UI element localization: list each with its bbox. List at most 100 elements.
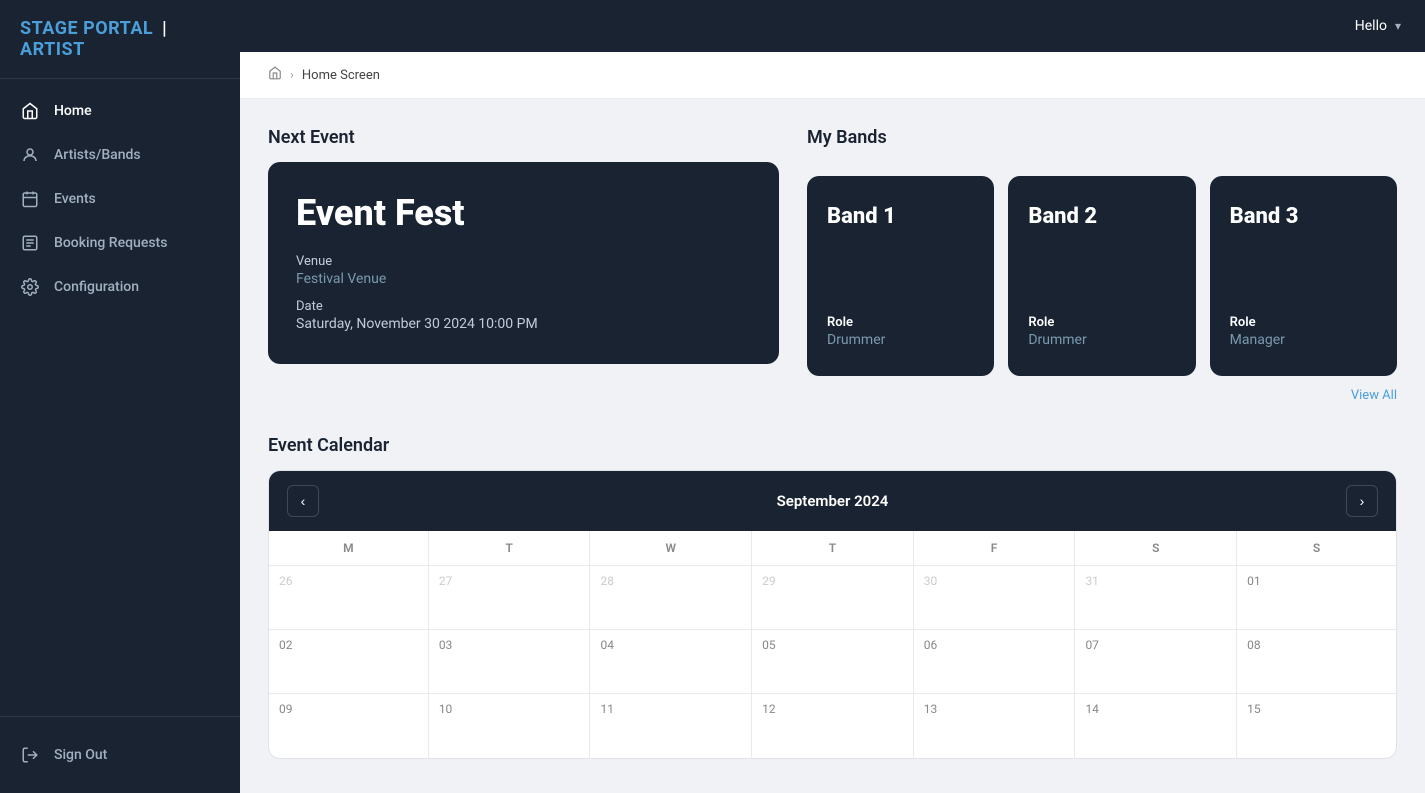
main-area: Hello ▾ › Home Screen Next Event Event F… [240,0,1425,793]
day-number: 12 [762,702,776,716]
sidebar-footer: Sign Out [0,716,240,793]
calendar-container: ‹ September 2024 › M T W T F S [268,470,1397,759]
day-number: 08 [1247,638,1261,652]
sidebar-item-events-label: Events [54,191,96,207]
day-number: 03 [439,638,453,652]
calendar-day[interactable]: 08 [1237,630,1396,694]
calendar-day[interactable]: 30 [913,566,1075,630]
calendar-day[interactable]: 31 [1075,566,1237,630]
calendar-day[interactable]: 14 [1075,694,1237,758]
artists-icon [20,145,40,165]
calendar-day[interactable]: 12 [752,694,914,758]
day-number: 13 [924,702,938,716]
day-number: 06 [924,638,938,652]
band-card-3[interactable]: Band 3 Role Manager [1210,176,1397,376]
calendar-body: 26 27 28 29 30 31 01 02 03 0405 06 07 08 09 10 11 12 13 14… [269,566,1396,758]
calendar-grid: M T W T F S S 26 27 28 29 30 31 01 02 03 0405 06 07… [269,531,1396,758]
bands-grid: Band 1 Role Drummer Band 2 Role Drumme [807,176,1397,376]
sidebar-item-artists-bands[interactable]: Artists/Bands [0,133,240,177]
calendar-day[interactable]: 29 [752,566,914,630]
breadcrumb-home-icon[interactable] [268,66,282,84]
calendar-day[interactable]: 05 [752,630,914,694]
calendar-day[interactable]: 09 [269,694,428,758]
band-card-1[interactable]: Band 1 Role Drummer [807,176,994,376]
sidebar-item-artists-label: Artists/Bands [54,147,141,163]
venue-label: Venue [296,254,751,269]
day-number: 28 [600,574,614,588]
sidebar-item-booking-requests[interactable]: Booking Requests [0,221,240,265]
band-1-role-label: Role [827,315,974,330]
calendar-day[interactable]: 01 [1237,566,1396,630]
day-number: 26 [279,574,293,588]
calendar-week-2: 09 10 11 12 13 14 15 [269,694,1396,758]
calendar-day[interactable]: 27 [428,566,590,630]
band-card-2[interactable]: Band 2 Role Drummer [1008,176,1195,376]
view-all-link[interactable]: View All [1351,388,1397,403]
calendar-prev-button[interactable]: ‹ [287,485,319,517]
next-event-title: Next Event [268,127,779,148]
band-2-role-label: Role [1028,315,1175,330]
band-1-role-section: Role Drummer [827,315,974,348]
day-number: 14 [1085,702,1099,716]
view-all-row: View All [807,384,1397,403]
calendar-day[interactable]: 07 [1075,630,1237,694]
calendar-day[interactable]: 15 [1237,694,1396,758]
event-card[interactable]: Event Fest Venue Festival Venue Date Sat… [268,162,779,364]
day-number: 01 [1247,574,1261,588]
calendar-day[interactable]: 10 [428,694,590,758]
calendar-week-0: 26 27 28 29 30 31 01 [269,566,1396,630]
band-1-name: Band 1 [827,204,974,229]
date-label: Date [296,299,751,314]
next-event-section: Next Event Event Fest Venue Festival Ven… [268,127,779,403]
logo-part1: STAGE PORTAL [20,18,153,39]
band-3-name: Band 3 [1230,204,1377,229]
sidebar-nav: Home Artists/Bands Events Booking Reques… [0,79,240,716]
breadcrumb: › Home Screen [240,52,1425,99]
calendar-day[interactable]: 04 [590,630,752,694]
sidebar-item-home[interactable]: Home [0,89,240,133]
calendar-next-button[interactable]: › [1346,485,1378,517]
day-number: 10 [439,702,453,716]
calendar-day[interactable]: 28 [590,566,752,630]
day-number: 07 [1085,638,1099,652]
logo-part2: ARTIST [20,39,85,60]
venue-value: Festival Venue [296,271,751,287]
calendar-day[interactable]: 02 [269,630,428,694]
bands-header: My Bands [807,127,1397,162]
calendar-day[interactable]: 13 [913,694,1075,758]
breadcrumb-separator: › [290,68,294,83]
hello-dropdown[interactable]: Hello ▾ [1355,18,1401,34]
calendar-day[interactable]: 06 [913,630,1075,694]
sign-out-label: Sign Out [54,747,107,763]
band-2-role-section: Role Drummer [1028,315,1175,348]
top-section: Next Event Event Fest Venue Festival Ven… [268,127,1397,403]
calendar-header: ‹ September 2024 › [269,471,1396,531]
sign-out-button[interactable]: Sign Out [0,733,240,777]
sidebar: STAGE PORTAL | ARTIST Home Artists/Bands… [0,0,240,793]
band-3-role-label: Role [1230,315,1377,330]
calendar-day[interactable]: 11 [590,694,752,758]
home-icon [20,101,40,121]
band-3-role-value: Manager [1230,332,1377,348]
day-header-wed: W [590,531,752,566]
event-calendar-section: Event Calendar ‹ September 2024 › M T W [268,435,1397,759]
day-number: 30 [924,574,938,588]
calendar-title: Event Calendar [268,435,1397,456]
hello-label: Hello [1355,18,1387,34]
sidebar-item-events[interactable]: Events [0,177,240,221]
calendar-day[interactable]: 03 [428,630,590,694]
calendar-day[interactable]: 26 [269,566,428,630]
page-content: Next Event Event Fest Venue Festival Ven… [240,99,1425,787]
content-area: › Home Screen Next Event Event Fest Venu… [240,52,1425,793]
day-header-tue: T [428,531,590,566]
sidebar-item-configuration[interactable]: Configuration [0,265,240,309]
day-number: 31 [1085,574,1099,588]
day-header-mon: M [269,531,428,566]
day-header-thu: T [752,531,914,566]
calendar-header-row: M T W T F S S [269,531,1396,566]
logo-sep: | [162,18,167,39]
events-icon [20,189,40,209]
event-name: Event Fest [296,194,751,234]
breadcrumb-current: Home Screen [302,68,380,83]
day-header-sun: S [1237,531,1396,566]
